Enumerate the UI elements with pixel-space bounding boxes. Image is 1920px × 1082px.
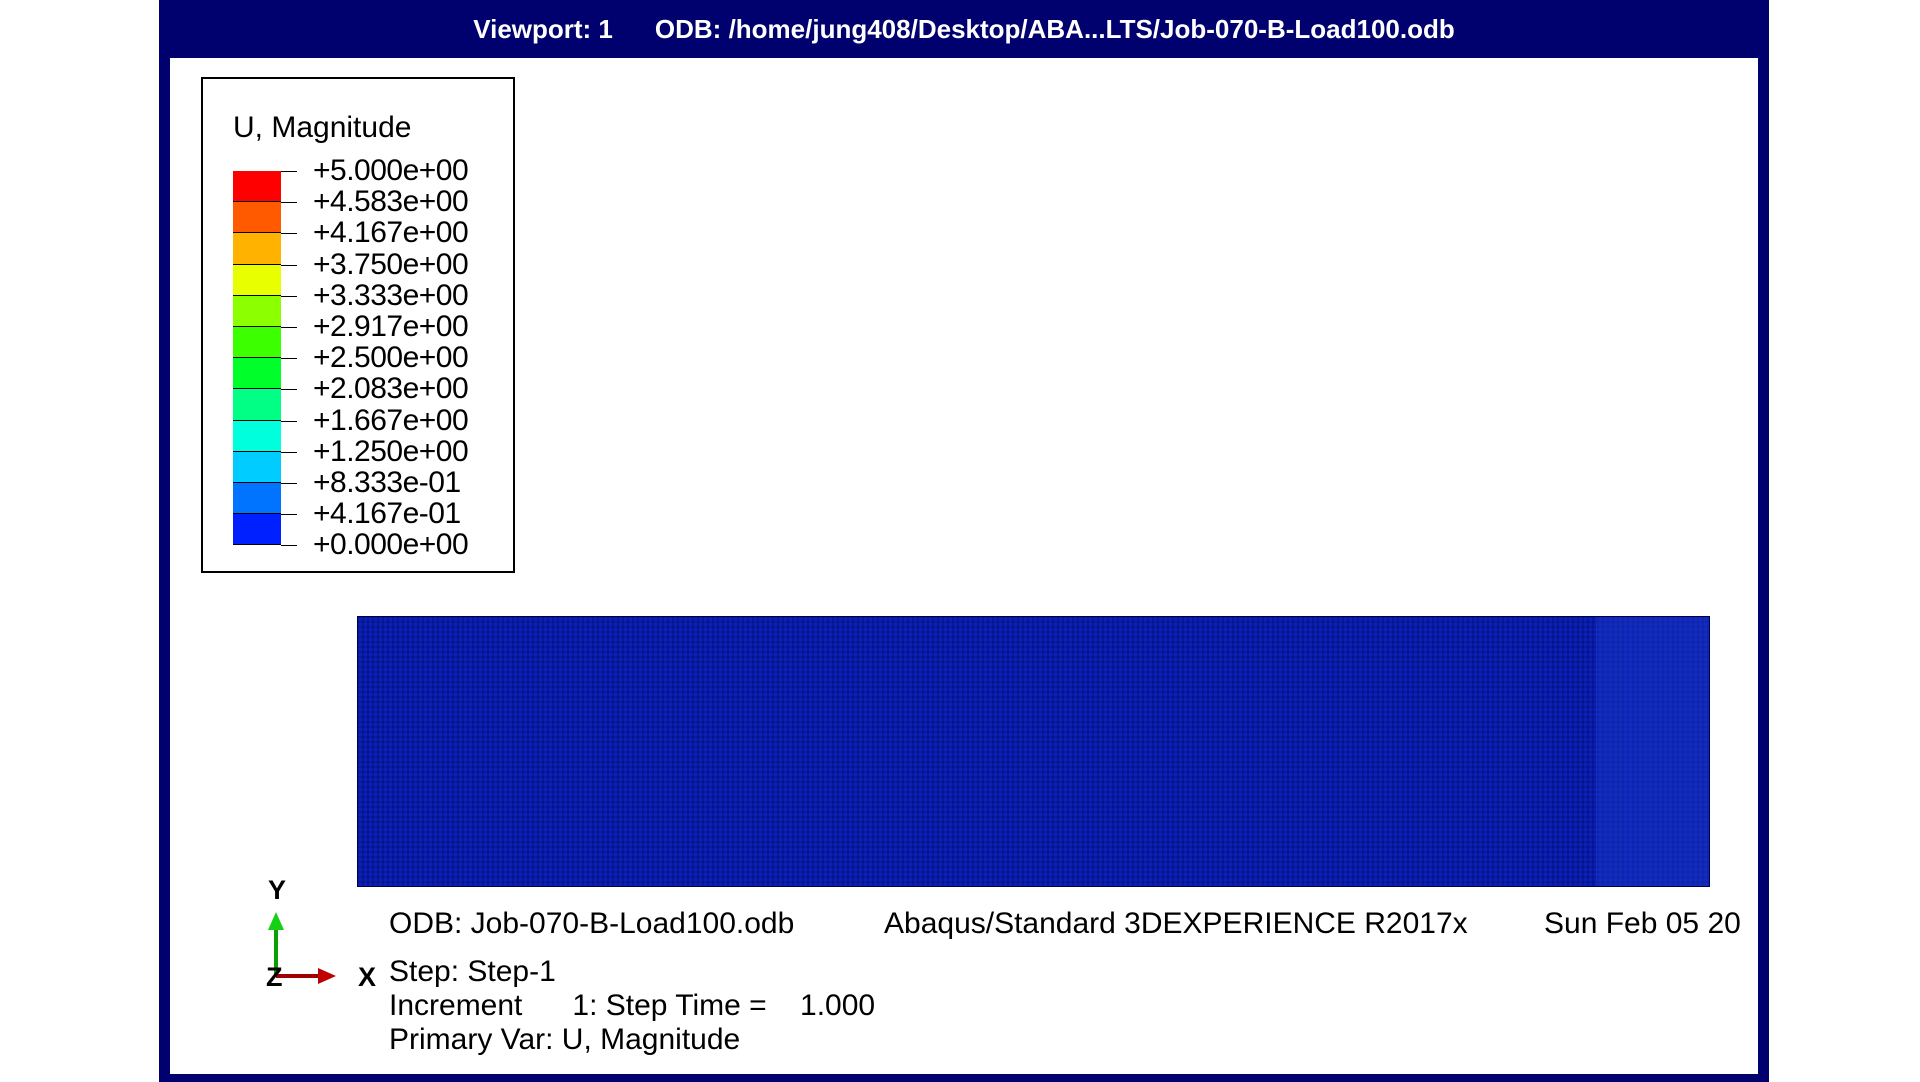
- viewport-title-bar[interactable]: Viewport: 1 ODB: /home/jung408/Desktop/A…: [159, 0, 1769, 58]
- legend-level-label: +3.333e+00: [313, 278, 469, 312]
- legend-level-label: +4.167e-01: [313, 497, 461, 531]
- mesh-contour-plot[interactable]: [357, 616, 1710, 887]
- legend-color-swatch: [233, 202, 281, 234]
- legend-color-swatch: [233, 327, 281, 359]
- legend-level-label: +5.000e+00: [313, 154, 469, 187]
- axis-triad: Y Z X: [266, 875, 376, 992]
- legend-level-label: +4.167e+00: [313, 216, 469, 250]
- step-info-text: Step: Step-1: [389, 955, 556, 988]
- legend-level-label: +2.083e+00: [313, 372, 469, 406]
- legend-tick: [281, 327, 297, 328]
- legend-level-label: +2.500e+00: [313, 341, 469, 375]
- legend-level-label: +3.750e+00: [313, 247, 469, 281]
- legend-color-swatch: [233, 514, 281, 546]
- legend-color-swatch: [233, 358, 281, 390]
- legend-color-swatch: [233, 451, 281, 483]
- legend-color-swatch: [233, 295, 281, 327]
- odb-info-text: ODB: Job-070-B-Load100.odb: [389, 907, 795, 940]
- primary-var-info-text: Primary Var: U, Magnitude: [389, 1023, 741, 1056]
- legend-color-swatch: [233, 483, 281, 515]
- legend-color-swatch: [233, 420, 281, 452]
- legend-level-label: +4.583e+00: [313, 185, 469, 219]
- legend-tick: [281, 358, 297, 360]
- mesh-grid: [358, 617, 1709, 886]
- legend-tick: [281, 451, 297, 453]
- legend-level-label: +2.917e+00: [313, 310, 469, 343]
- triad-y-label: Y: [268, 875, 286, 905]
- legend-level-label: +1.250e+00: [313, 434, 469, 468]
- legend-tick: [281, 202, 297, 204]
- legend-title: U, Magnitude: [233, 111, 412, 144]
- increment-info-text: Increment 1: Step Time = 1.000: [389, 989, 876, 1022]
- date-info-text: Sun Feb 05 20: [1544, 907, 1741, 940]
- legend-color-swatch: [233, 389, 281, 421]
- legend-tick: [281, 420, 297, 422]
- viewport-canvas[interactable]: U, Magnitude +5.000e+00 +4.583e+00 +4.167e…: [170, 58, 1758, 1074]
- legend-tick: [281, 264, 297, 266]
- legend-level-label: +8.333e-01: [313, 466, 461, 499]
- legend-tick: [281, 389, 297, 391]
- odb-path-label: ODB: /home/jung408/Desktop/ABA...LTS/Job…: [654, 13, 1455, 44]
- legend-color-swatch: [233, 171, 281, 203]
- solver-info-text: Abaqus/Standard 3DEXPERIENCE R2017x: [884, 907, 1468, 940]
- triad-x-label: X: [358, 962, 376, 992]
- viewport-frame[interactable]: Viewport: 1 ODB: /home/jung408/Desktop/A…: [159, 0, 1769, 1082]
- triad-z-label: Z: [266, 962, 283, 992]
- legend-tick: [281, 233, 297, 235]
- mesh-element-lines: [358, 617, 1709, 886]
- legend-tick: [281, 483, 297, 484]
- mesh-refined-region: [1596, 617, 1709, 886]
- legend-color-swatch: [233, 264, 281, 296]
- contour-legend[interactable]: U, Magnitude +5.000e+00 +4.583e+00 +4.167e…: [201, 77, 515, 573]
- legend-level-label: +1.667e+00: [313, 403, 469, 437]
- triad-y-arrowhead: [268, 912, 284, 930]
- legend-tick: [281, 545, 297, 547]
- legend-tick: [281, 295, 297, 297]
- triad-x-arrowhead: [318, 968, 336, 984]
- viewport-label: Viewport: 1: [473, 13, 613, 44]
- legend-level-label: +0.000e+00: [313, 528, 469, 562]
- legend-tick: [281, 171, 297, 172]
- legend-color-swatch: [233, 233, 281, 265]
- legend-tick: [281, 514, 297, 516]
